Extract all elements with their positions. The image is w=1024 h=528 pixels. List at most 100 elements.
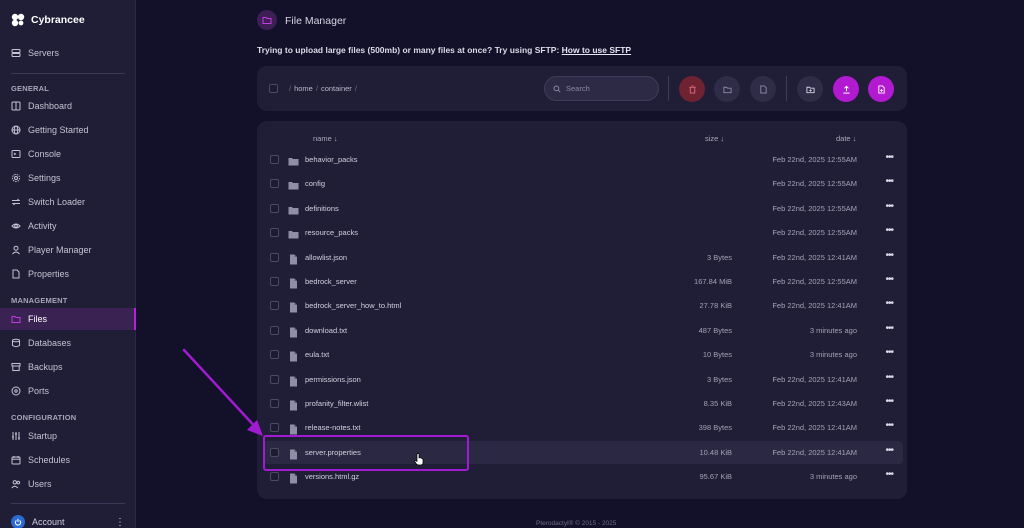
search-input[interactable]: Search [544, 76, 659, 101]
file-name[interactable]: config [305, 179, 325, 188]
upload-icon [842, 85, 850, 94]
row-actions-menu-icon[interactable]: ••• [885, 372, 893, 383]
row-checkbox[interactable] [270, 252, 279, 262]
file-name[interactable]: allowlist.json [305, 253, 347, 262]
row-actions-menu-icon[interactable]: ••• [885, 347, 893, 358]
folder-open-icon [11, 316, 21, 323]
row-actions-menu-icon[interactable]: ••• [885, 323, 893, 334]
row-actions-menu-icon[interactable]: ••• [885, 274, 893, 285]
new-folder-button[interactable] [797, 76, 823, 102]
folder-icon [288, 178, 299, 190]
select-all-checkbox[interactable] [269, 84, 278, 93]
file-icon [288, 252, 299, 265]
file-date: Feb 22nd, 2025 12:41AM [772, 301, 857, 311]
sidebar-item-getting-started[interactable]: Getting Started [0, 119, 136, 141]
sidebar-item-player-manager[interactable]: Player Manager [0, 239, 136, 261]
file-name[interactable]: bedrock_server [305, 277, 357, 286]
sidebar-item-servers[interactable]: Servers [0, 42, 136, 64]
sidebar-item-properties[interactable]: Properties [0, 263, 136, 285]
row-checkbox[interactable] [270, 228, 279, 238]
sidebar-item-ports[interactable]: Ports [0, 380, 136, 402]
row-actions-menu-icon[interactable]: ••• [885, 250, 893, 261]
row-checkbox[interactable] [270, 472, 279, 482]
archive-folder-icon [722, 86, 732, 93]
sidebar-item-label: Switch Loader [28, 197, 86, 207]
file-name[interactable]: versions.html.gz [305, 472, 359, 481]
sidebar-item-label: Databases [28, 338, 72, 348]
row-actions-menu-icon[interactable]: ••• [885, 420, 893, 431]
brand-name: Cybrancee [31, 14, 85, 26]
sidebar-item-startup[interactable]: Startup [0, 425, 136, 447]
file-name[interactable]: download.txt [305, 326, 347, 335]
sidebar-item-users[interactable]: Users [0, 473, 136, 495]
file-row[interactable]: eula.txt 10 Bytes 3 minutes ago ••• [263, 343, 903, 366]
upload-button[interactable] [833, 76, 859, 102]
new-file-button[interactable] [868, 76, 894, 102]
file-name[interactable]: definitions [305, 204, 339, 213]
row-actions-menu-icon[interactable]: ••• [885, 298, 893, 309]
sidebar-item-label: Servers [28, 48, 60, 58]
file-size: 3 Bytes [706, 252, 732, 262]
file-name[interactable]: behavior_packs [305, 155, 358, 164]
row-checkbox[interactable] [270, 277, 279, 286]
sidebar-item-schedules[interactable]: Schedules [0, 449, 136, 471]
file-row[interactable]: bedrock_server_how_to.html 27.78 KiB Feb 2… [263, 294, 903, 317]
globe-icon [11, 125, 21, 135]
file-row[interactable]: download.txt 487 Bytes 3 minutes ago ••• [263, 319, 903, 342]
row-actions-menu-icon[interactable]: ••• [885, 225, 893, 236]
sidebar-item-switch-loader[interactable]: Switch Loader [0, 191, 136, 213]
copy-button[interactable] [750, 76, 776, 102]
archive-icon [11, 363, 21, 371]
file-row[interactable]: profanity_filter.wlist 8.35 KiB Feb 22nd, … [263, 392, 903, 415]
column-header-name[interactable]: name ↓ [313, 134, 338, 143]
row-checkbox[interactable] [270, 301, 279, 311]
file-name[interactable]: resource_packs [305, 228, 358, 237]
file-row[interactable]: bedrock_server 167.84 MiB Feb 22nd, 2025 1… [263, 270, 903, 293]
row-actions-menu-icon[interactable]: ••• [885, 176, 893, 187]
sidebar-item-activity[interactable]: Activity [0, 215, 136, 237]
kebab-menu-icon[interactable]: ⋮ [115, 517, 125, 528]
row-checkbox[interactable] [270, 203, 279, 213]
row-checkbox[interactable] [270, 179, 279, 189]
row-actions-menu-icon[interactable]: ••• [885, 396, 893, 407]
column-header-date[interactable]: date ↓ [836, 134, 856, 143]
file-name[interactable]: permissions.json [305, 375, 361, 384]
brand-logo[interactable]: Cybrancee [10, 10, 85, 30]
sidebar-item-console[interactable]: Console [0, 143, 136, 165]
row-actions-menu-icon[interactable]: ••• [885, 152, 893, 163]
file-name[interactable]: eula.txt [305, 350, 329, 359]
file-row[interactable]: permissions.json 3 Bytes Feb 22nd, 2025 12… [263, 368, 903, 391]
breadcrumb-container[interactable]: container [321, 84, 352, 93]
row-actions-menu-icon[interactable]: ••• [885, 201, 893, 212]
section-management: MANAGEMENT [11, 296, 68, 305]
file-size: 10.48 KiB [699, 447, 732, 457]
file-size: 167.84 MiB [694, 277, 732, 286]
file-row[interactable]: allowlist.json 3 Bytes Feb 22nd, 2025 12:4… [263, 246, 903, 269]
row-actions-menu-icon[interactable]: ••• [885, 445, 893, 456]
file-row[interactable]: behavior_packs Feb 22nd, 2025 12:55AM ••• [263, 148, 903, 171]
sidebar-item-label: Files [28, 314, 48, 324]
sidebar-item-label: Activity [28, 221, 57, 231]
sidebar-item-databases[interactable]: Databases [0, 332, 136, 354]
sftp-help-link[interactable]: How to use SFTP [562, 45, 631, 55]
file-row[interactable]: definitions Feb 22nd, 2025 12:55AM ••• [263, 197, 903, 220]
file-row[interactable]: config Feb 22nd, 2025 12:55AM ••• [263, 172, 903, 195]
sidebar-item-dashboard[interactable]: Dashboard [0, 95, 136, 117]
sidebar-item-backups[interactable]: Backups [0, 356, 136, 378]
breadcrumb-home[interactable]: home [294, 84, 313, 93]
file-name[interactable]: release-notes.txt [305, 423, 360, 432]
column-header-size[interactable]: size ↓ [705, 134, 724, 143]
row-actions-menu-icon[interactable]: ••• [885, 469, 893, 480]
file-name[interactable]: profanity_filter.wlist [305, 399, 368, 408]
archive-button[interactable] [714, 76, 740, 102]
delete-button[interactable] [679, 76, 705, 102]
file-icon [759, 84, 767, 94]
row-checkbox[interactable] [270, 155, 279, 164]
sidebar-item-files[interactable]: Files [0, 308, 136, 330]
sidebar-item-settings[interactable]: Settings [0, 167, 136, 189]
file-row[interactable]: resource_packs Feb 22nd, 2025 12:55AM ••• [263, 221, 903, 244]
account-menu[interactable]: Account ⋮ [11, 514, 125, 528]
calendar-icon [11, 456, 21, 465]
file-name[interactable]: bedrock_server_how_to.html [305, 301, 401, 310]
row-checkbox[interactable] [270, 325, 279, 335]
